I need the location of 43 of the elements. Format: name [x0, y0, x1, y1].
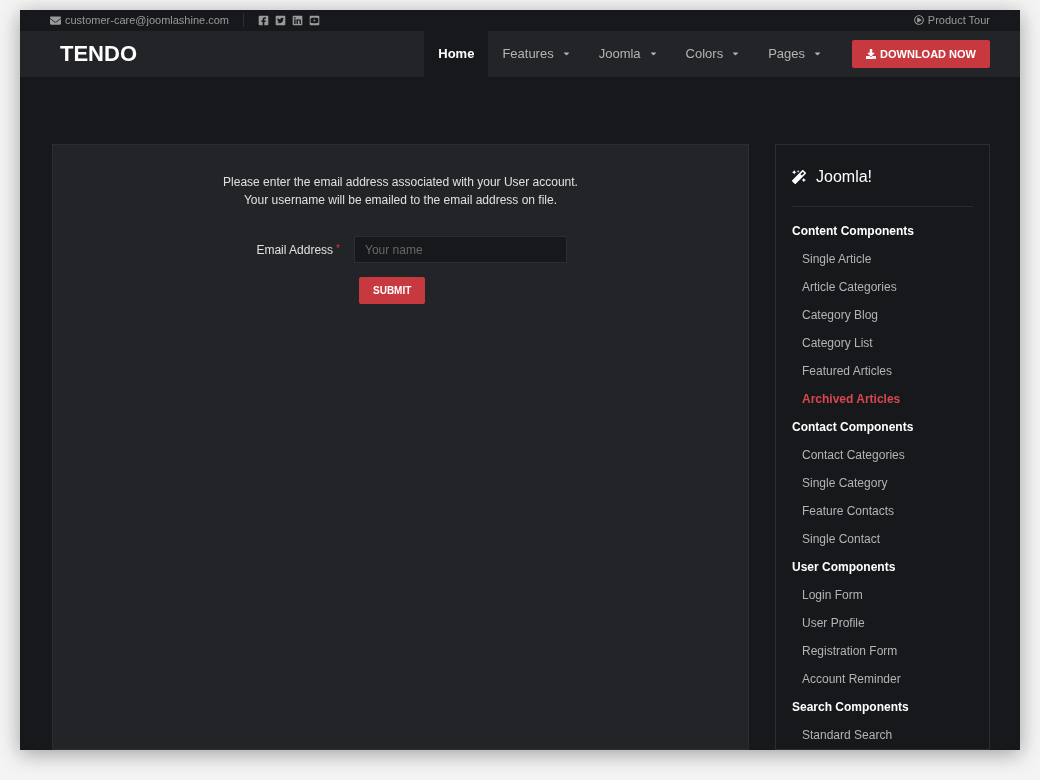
menu-item[interactable]: Article Categories — [802, 278, 897, 296]
contact-email[interactable]: customer-care@joomlashine.com — [65, 12, 229, 29]
menu-item[interactable]: Single Category — [802, 474, 888, 492]
menu-item[interactable]: Archived Articles — [802, 390, 901, 408]
product-tour-link[interactable]: Product Tour — [927, 12, 990, 29]
menu-item[interactable]: Registration Form — [802, 642, 898, 660]
logo[interactable]: TENDO — [60, 42, 137, 65]
download-icon — [866, 48, 877, 59]
menu-item[interactable]: Featured Articles — [802, 362, 893, 380]
envelope-icon — [50, 14, 61, 26]
menu-item[interactable]: Standard Search — [802, 726, 893, 744]
youtube-icon[interactable] — [309, 14, 320, 26]
menu-item[interactable]: Category List — [802, 334, 873, 352]
instruction-text: Please enter the email address associated with your User account. — [223, 174, 578, 191]
menu-item[interactable]: Contact Categories — [802, 446, 905, 464]
menu-item[interactable]: Single Article — [802, 250, 872, 268]
instruction-text: Your username will be emailed to the email address on file. — [243, 192, 557, 209]
play-icon — [913, 15, 924, 26]
menu-group-heading[interactable]: User Components — [792, 558, 896, 576]
email-input-field[interactable]: Your name — [354, 236, 567, 263]
nav-item[interactable]: Joomla — [584, 30, 672, 77]
nav-item[interactable]: Home — [424, 30, 489, 77]
twitter-icon[interactable] — [275, 14, 286, 26]
menu-item[interactable]: Login Form — [802, 586, 863, 604]
facebook-icon[interactable] — [258, 14, 269, 26]
field-label: Email Address — [256, 241, 334, 259]
menu-item[interactable]: Feature Contacts — [802, 502, 895, 520]
nav-item[interactable]: Colors — [671, 30, 755, 77]
menu-item[interactable]: User Profile — [802, 614, 865, 632]
required-mark: * — [336, 241, 340, 256]
menu-item[interactable]: Account Reminder — [802, 670, 901, 688]
menu-item[interactable]: Category Blog — [802, 306, 879, 324]
magic-wand-icon — [792, 170, 806, 184]
menu-group-heading[interactable]: Contact Components — [792, 418, 914, 436]
download-button[interactable]: DOWNLOAD NOW — [852, 39, 990, 68]
menu-group-heading[interactable]: Content Components — [792, 222, 914, 240]
nav-item[interactable]: Pages — [754, 30, 837, 77]
sidebar-title: Joomla! — [816, 167, 873, 187]
menu-item[interactable]: Single Contact — [802, 530, 881, 548]
nav-item[interactable]: Features — [488, 30, 585, 77]
menu-group-heading[interactable]: Search Components — [792, 698, 909, 716]
linkedin-icon[interactable] — [292, 14, 303, 26]
submit-button[interactable]: SUBMIT — [359, 277, 426, 304]
